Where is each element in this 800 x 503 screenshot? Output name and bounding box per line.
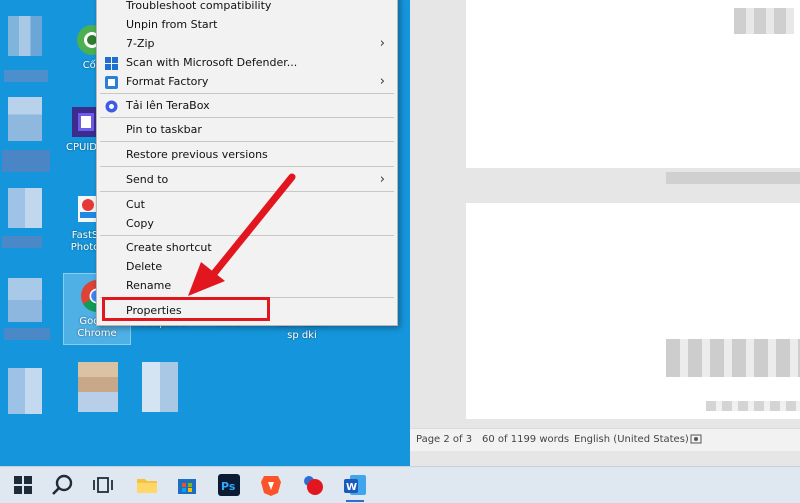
blurred-icon-1[interactable] (8, 16, 42, 56)
context-menu: Troubleshoot compatibility Unpin from St… (96, 0, 398, 326)
task-view-icon (93, 477, 113, 493)
red-app-icon (304, 476, 323, 495)
folder-icon (137, 479, 157, 493)
word-icon: W (344, 475, 366, 495)
document-page-2[interactable] (466, 203, 800, 419)
menu-item-label: Troubleshoot compatibility (126, 0, 272, 12)
blurred-text (706, 401, 800, 411)
blurred-label-3 (2, 236, 42, 248)
menu-item-unpin-from-start[interactable]: Unpin from Start (97, 16, 397, 34)
search-icon (52, 474, 73, 495)
word-document-window[interactable]: Page 2 of 3 60 of 1199 words English (Un… (410, 0, 800, 466)
photoshop-button[interactable]: Ps (216, 472, 242, 498)
chevron-right-icon: › (379, 36, 385, 51)
menu-separator (100, 141, 394, 142)
page-count[interactable]: Page 2 of 3 (416, 434, 472, 445)
menu-item-label: Cut (126, 198, 145, 211)
menu-item-create-shortcut[interactable]: Create shortcut (97, 239, 397, 257)
start-button[interactable] (10, 472, 36, 498)
blurred-icon-2[interactable] (8, 97, 42, 141)
menu-item-7zip[interactable]: 7-Zip › (97, 35, 397, 53)
menu-item-label: Rename (126, 279, 172, 292)
menu-item-label: Send to (126, 173, 169, 186)
menu-item-rename[interactable]: Rename (97, 277, 397, 295)
menu-item-terabox[interactable]: Tải lên TeraBox (97, 97, 397, 115)
language-indicator[interactable]: English (United States) (574, 434, 689, 445)
store-icon (178, 479, 196, 494)
terabox-icon (105, 100, 118, 113)
menu-item-troubleshoot-compatibility[interactable]: Troubleshoot compatibility (97, 0, 397, 15)
menu-item-label: Tải lên TeraBox (126, 99, 210, 112)
file-explorer-button[interactable] (134, 472, 160, 498)
format-factory-icon (105, 76, 118, 89)
store-button[interactable] (174, 472, 200, 498)
brave-button[interactable] (258, 472, 284, 498)
blurred-text (666, 339, 800, 377)
menu-separator (100, 93, 394, 94)
photoshop-icon: Ps (218, 474, 240, 496)
properties-highlight-box (102, 297, 270, 321)
menu-item-label: Scan with Microsoft Defender... (126, 56, 298, 69)
menu-separator (100, 191, 394, 192)
menu-item-label: Create shortcut (126, 241, 212, 254)
menu-item-scan-defender[interactable]: Scan with Microsoft Defender... (97, 54, 397, 72)
menu-item-label: Pin to taskbar (126, 123, 202, 136)
menu-item-cut[interactable]: Cut (97, 196, 397, 214)
blurred-icon-6[interactable] (78, 362, 118, 412)
word-status-bar: Page 2 of 3 60 of 1199 words English (Un… (410, 428, 800, 451)
menu-separator (100, 117, 394, 118)
menu-item-label: Restore previous versions (126, 148, 268, 161)
search-button[interactable] (50, 472, 76, 498)
blurred-text (734, 8, 794, 34)
word-count[interactable]: 60 of 1199 words (482, 434, 569, 445)
svg-text:W: W (346, 482, 357, 493)
menu-item-label: Unpin from Start (126, 18, 218, 31)
menu-item-send-to[interactable]: Send to › (97, 171, 397, 189)
blurred-icon-5[interactable] (8, 368, 42, 414)
menu-item-label: Delete (126, 260, 163, 273)
menu-item-format-factory[interactable]: Format Factory › (97, 73, 397, 91)
menu-separator (100, 166, 394, 167)
chevron-right-icon: › (379, 172, 385, 187)
blurred-label-4 (4, 328, 50, 340)
menu-item-copy[interactable]: Copy (97, 215, 397, 233)
menu-item-label: Format Factory (126, 75, 209, 88)
taskbar: Ps W (0, 466, 800, 503)
red-app-button[interactable] (300, 472, 326, 498)
defender-icon (105, 57, 118, 70)
svg-text:Ps: Ps (221, 480, 236, 493)
brave-icon (261, 476, 281, 496)
blurred-icon-7[interactable] (142, 362, 178, 412)
menu-item-restore-previous-versions[interactable]: Restore previous versions (97, 146, 397, 164)
blurred-label-1 (4, 70, 48, 82)
menu-item-label: 7-Zip (126, 37, 155, 50)
page-gap-text (666, 172, 800, 184)
windows-logo-icon (14, 476, 32, 494)
blurred-icon-3[interactable] (8, 188, 42, 228)
blurred-label-2 (2, 150, 50, 172)
chevron-right-icon: › (379, 74, 385, 89)
menu-separator (100, 235, 394, 236)
accessibility-icon[interactable] (690, 433, 702, 448)
menu-item-label: Copy (126, 217, 154, 230)
blurred-icon-4[interactable] (8, 278, 42, 322)
word-button[interactable]: W (342, 472, 368, 502)
task-view-button[interactable] (90, 472, 116, 498)
document-page-1[interactable] (466, 0, 800, 168)
menu-item-pin-to-taskbar[interactable]: Pin to taskbar (97, 121, 397, 139)
menu-item-delete[interactable]: Delete (97, 258, 397, 276)
